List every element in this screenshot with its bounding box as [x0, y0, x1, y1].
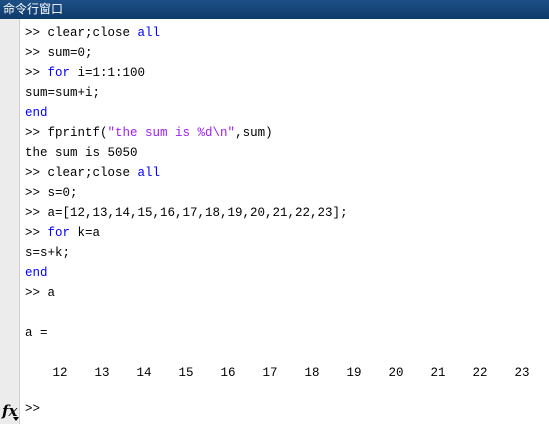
output-value: 21: [430, 366, 446, 380]
output-value: 17: [262, 366, 278, 380]
output-values-row: 12 13 14 15 16 17 18 19 20 21 22 23: [25, 363, 549, 383]
window-title: 命令行窗口: [3, 2, 64, 16]
command-line: end: [25, 263, 549, 283]
code-text: k=a: [70, 226, 101, 240]
command-line: >> a: [25, 283, 549, 303]
code-text: a=[12,13,14,15,16,17,18,19,20,21,22,23];: [47, 206, 348, 220]
command-line: >> clear;close all: [25, 163, 549, 183]
code-text: ,sum): [235, 126, 273, 140]
keyword-token: end: [25, 106, 48, 120]
code-text: sum=sum+i;: [25, 86, 101, 100]
left-gutter: [0, 19, 19, 424]
gutter-divider: [19, 19, 20, 424]
output-value: 22: [472, 366, 488, 380]
line-prompt: >>: [25, 26, 48, 40]
command-line: sum=sum+i;: [25, 83, 549, 103]
command-line: the sum is 5050: [25, 143, 549, 163]
output-value: 19: [346, 366, 362, 380]
command-line: >> a=[12,13,14,15,16,17,18,19,20,21,22,2…: [25, 203, 549, 223]
code-text: a =: [25, 326, 48, 340]
command-line: s=s+k;: [25, 243, 549, 263]
code-text: s=0;: [47, 186, 78, 200]
command-history: >> clear;close all >> sum=0; >> for i=1:1:…: [25, 23, 549, 383]
code-text: a: [47, 286, 56, 300]
command-line: >> fprintf("the sum is %d\n",sum): [25, 123, 549, 143]
command-line: >> s=0;: [25, 183, 549, 203]
line-prompt: >>: [25, 186, 48, 200]
code-text: sum=0;: [47, 46, 93, 60]
command-line: >> clear;close all: [25, 23, 549, 43]
output-value: 23: [514, 366, 530, 380]
command-line: a =: [25, 323, 549, 343]
code-text: s=s+k;: [25, 246, 71, 260]
keyword-token: end: [25, 266, 48, 280]
command-line: [25, 343, 549, 363]
output-value: 13: [94, 366, 110, 380]
fx-dropdown-caret-icon[interactable]: [13, 417, 19, 421]
command-line: >> sum=0;: [25, 43, 549, 63]
output-value: 12: [52, 366, 68, 380]
code-text: the sum is 5050: [25, 146, 138, 160]
line-prompt: >>: [25, 286, 48, 300]
line-prompt: >>: [25, 166, 48, 180]
code-text: clear;close: [47, 166, 138, 180]
line-prompt: >>: [25, 46, 48, 60]
code-text: fprintf(: [47, 126, 108, 140]
line-prompt: >>: [25, 66, 48, 80]
window-title-bar: 命令行窗口: [0, 0, 549, 19]
command-line: >> for k=a: [25, 223, 549, 243]
command-line: end: [25, 103, 549, 123]
line-prompt: >>: [25, 126, 48, 140]
command-line: [25, 303, 549, 323]
code-text: i=1:1:100: [70, 66, 146, 80]
output-value: 20: [388, 366, 404, 380]
command-line: >> for i=1:1:100: [25, 63, 549, 83]
keyword-token: all: [137, 26, 161, 40]
keyword-token: for: [47, 66, 71, 80]
output-value: 15: [178, 366, 194, 380]
line-prompt: >>: [25, 226, 48, 240]
keyword-token: all: [137, 166, 161, 180]
code-text: clear;close: [47, 26, 138, 40]
keyword-token: for: [47, 226, 71, 240]
string-token: "the sum is %d\n": [107, 126, 236, 140]
line-prompt: >>: [25, 206, 48, 220]
output-value: 14: [136, 366, 152, 380]
output-value: 16: [220, 366, 236, 380]
command-prompt[interactable]: >>: [25, 402, 40, 416]
output-value: 18: [304, 366, 320, 380]
